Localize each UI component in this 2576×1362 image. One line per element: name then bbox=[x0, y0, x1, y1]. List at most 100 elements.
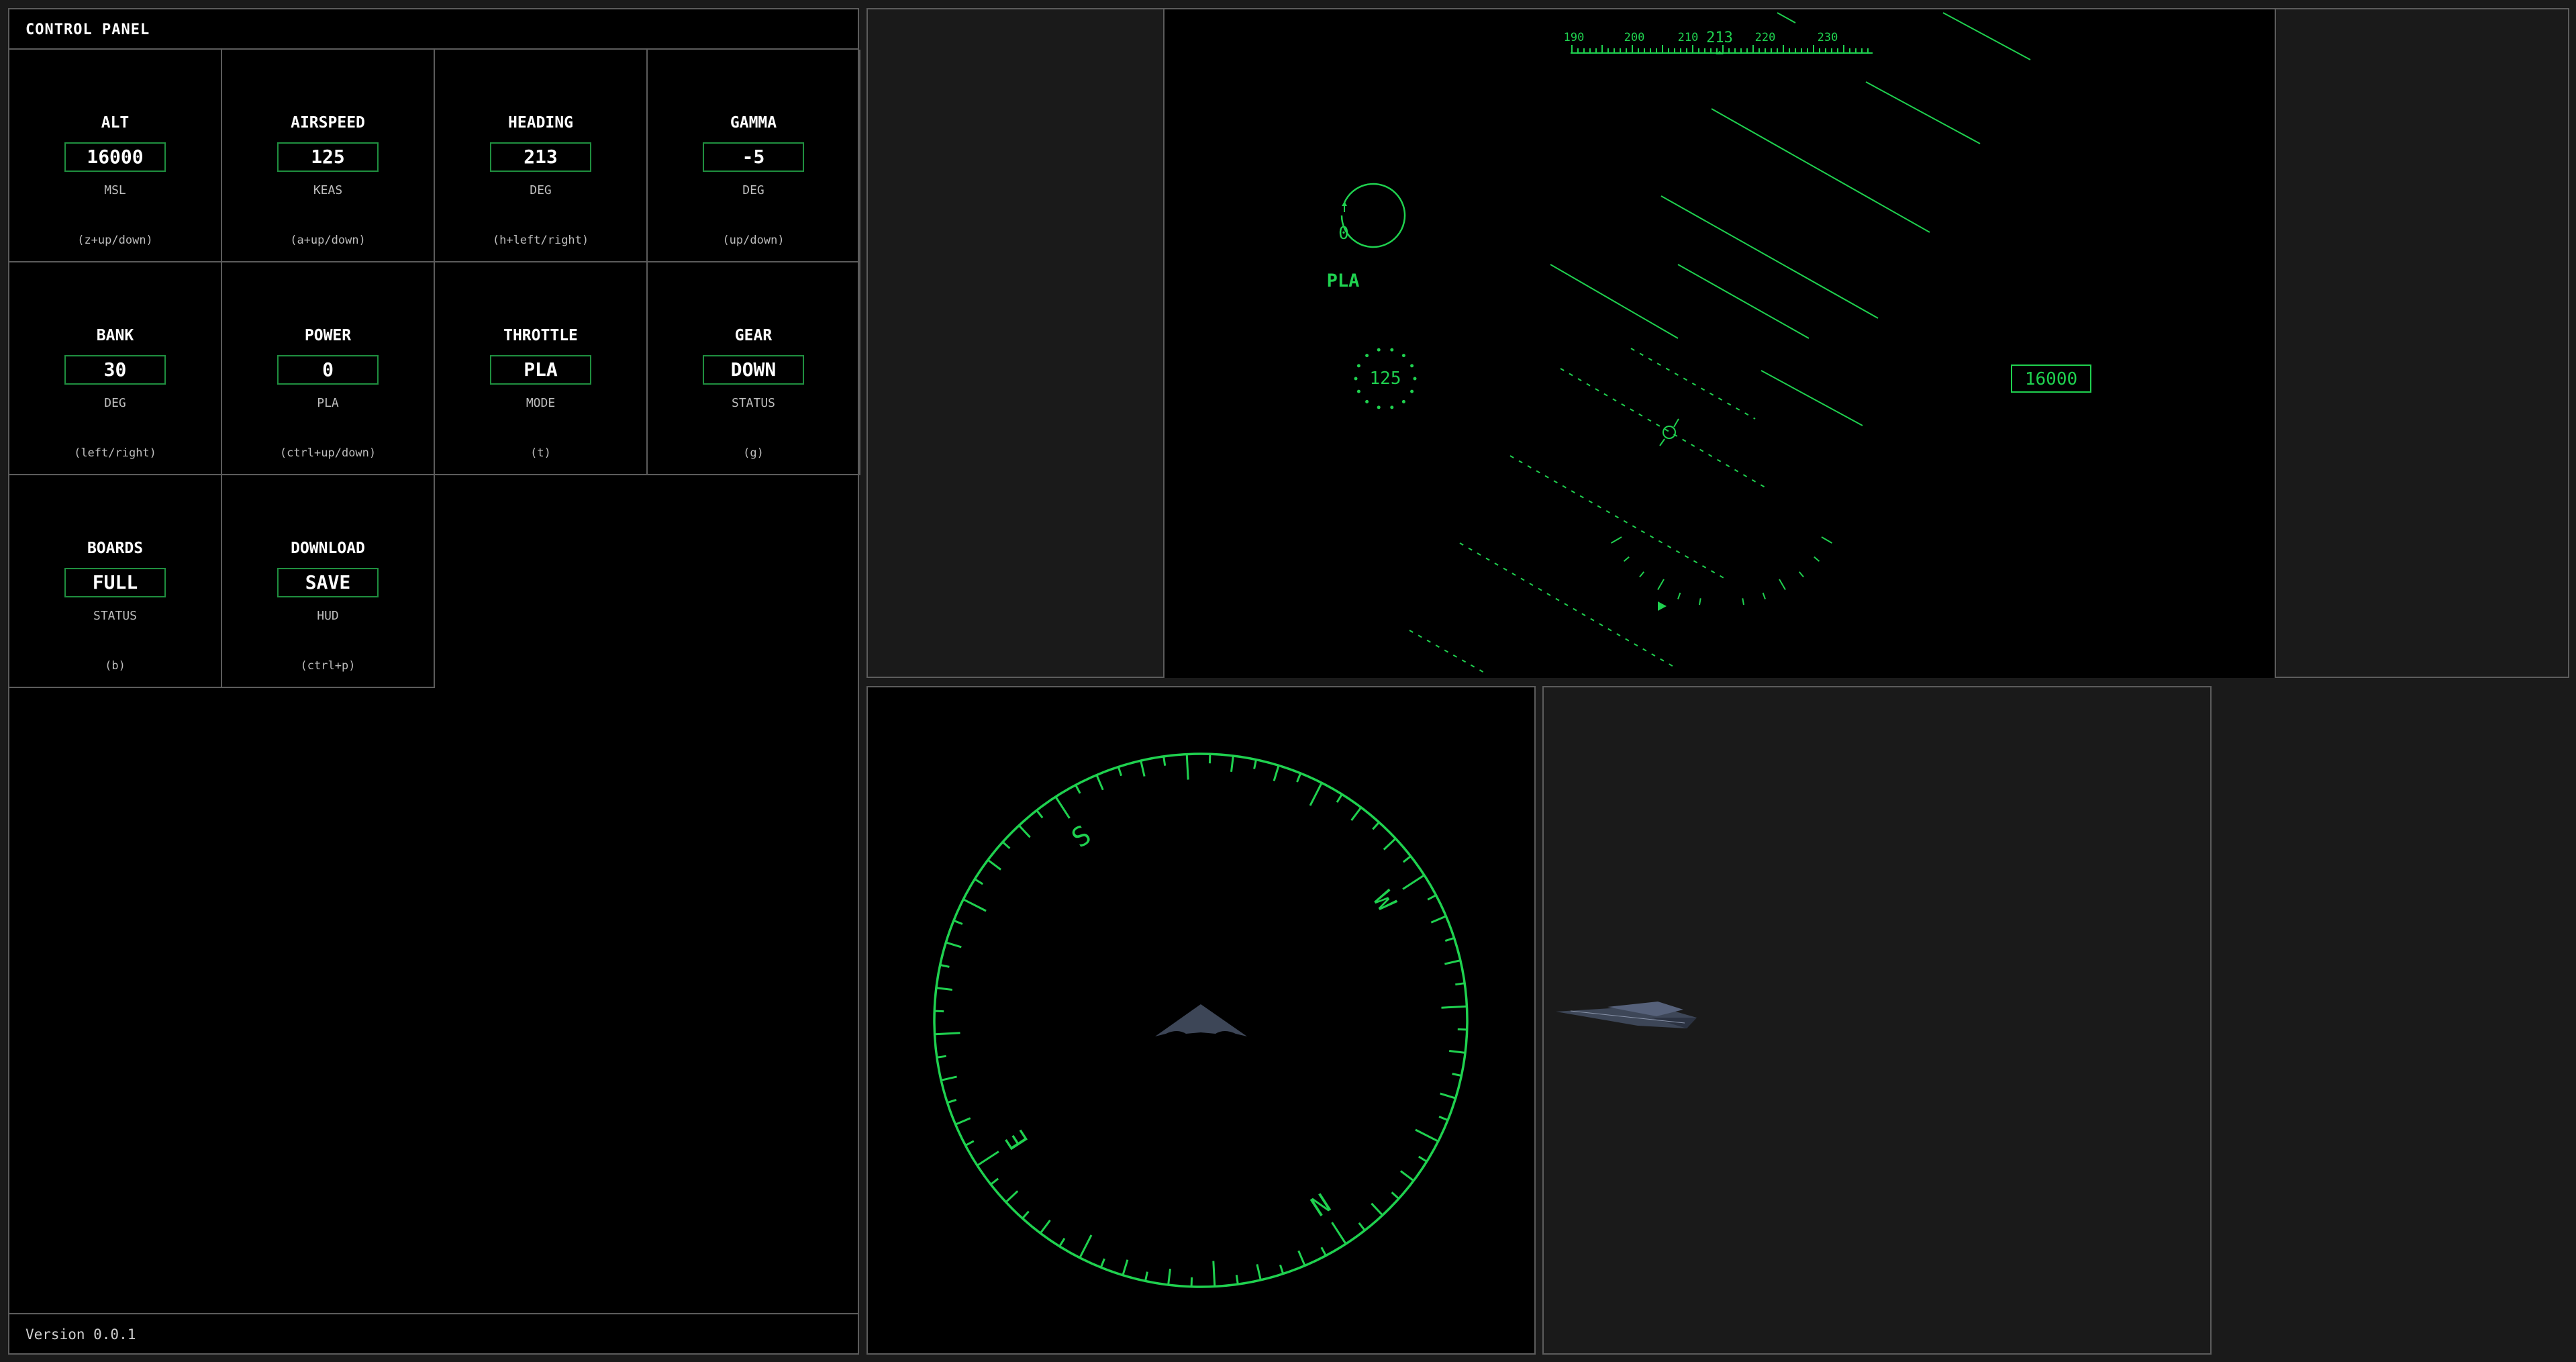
compass-tick bbox=[990, 1177, 999, 1185]
heading-value-field[interactable]: 213 bbox=[490, 142, 591, 172]
bank-tick bbox=[1657, 579, 1665, 591]
flight-path-marker-wing bbox=[1659, 438, 1665, 446]
gamma-value-field[interactable]: -5 bbox=[703, 142, 804, 172]
compass-tick bbox=[1185, 754, 1189, 780]
compass-tick bbox=[1022, 1210, 1030, 1219]
airspeed-dot bbox=[1413, 377, 1417, 381]
heading-tape-label-210: 210 bbox=[1678, 31, 1699, 44]
compass-tick bbox=[1358, 1222, 1366, 1231]
boards-hint: (b) bbox=[105, 659, 126, 673]
airspeed-dot bbox=[1390, 348, 1394, 352]
airspeed-dot bbox=[1410, 364, 1414, 368]
airspeed-dot bbox=[1377, 405, 1381, 409]
compass-tick bbox=[1162, 756, 1167, 766]
compass-letter-w: W bbox=[1367, 886, 1402, 917]
pitch-line bbox=[1865, 81, 1981, 144]
bank-label: BANK bbox=[96, 327, 134, 344]
heading-tape-label-230: 230 bbox=[1818, 31, 1838, 44]
compass-tick bbox=[1054, 796, 1071, 819]
power-unit: PLA bbox=[317, 396, 339, 410]
bank-scale bbox=[1610, 536, 1833, 611]
boards-toggle-button[interactable]: FULL bbox=[64, 568, 166, 597]
compass-tick bbox=[1140, 760, 1146, 777]
compass-tick bbox=[1095, 775, 1104, 791]
airspeed-dot bbox=[1390, 405, 1394, 409]
airspeed-dot bbox=[1365, 399, 1369, 403]
flight-path-marker-wing bbox=[1673, 418, 1679, 428]
compass-tick bbox=[936, 1055, 946, 1059]
bank-tick bbox=[1762, 592, 1766, 599]
altitude-readout: 16000 bbox=[2025, 369, 2077, 389]
compass-tick bbox=[1230, 755, 1234, 772]
compass-tick bbox=[1438, 1116, 1448, 1122]
aircraft-3d-model-icon bbox=[1556, 1002, 1697, 1028]
airspeed-unit: KEAS bbox=[313, 183, 343, 197]
bank-tick bbox=[1610, 536, 1622, 544]
pitch-line bbox=[1677, 264, 1810, 339]
gamma-hint: (up/down) bbox=[722, 234, 785, 247]
version-text: Version 0.0.1 bbox=[26, 1326, 136, 1343]
compass-tick bbox=[1235, 1275, 1239, 1285]
compass-tick bbox=[1383, 838, 1397, 850]
pitch-line-dashed bbox=[1509, 455, 1726, 579]
bank-tick bbox=[1798, 571, 1804, 578]
compass-tick bbox=[1371, 1202, 1383, 1216]
download-save-button[interactable]: SAVE bbox=[277, 568, 379, 597]
heading-unit: DEG bbox=[530, 183, 552, 197]
airspeed-readout: 125 bbox=[1370, 369, 1401, 389]
alt-value-field[interactable]: 16000 bbox=[64, 142, 166, 172]
compass-tick bbox=[1430, 915, 1446, 924]
model-panel bbox=[1542, 686, 2212, 1355]
compass-tick bbox=[1208, 754, 1211, 764]
flight-path-marker-circle bbox=[1663, 426, 1676, 439]
compass-tick bbox=[1212, 1261, 1216, 1287]
power-value-field[interactable]: 0 bbox=[277, 355, 379, 385]
airspeed-dot bbox=[1356, 389, 1360, 393]
compass-tick bbox=[1336, 793, 1343, 803]
pitch-line-dashed bbox=[1459, 542, 1675, 668]
throttle-mode-button[interactable]: PLA bbox=[490, 355, 591, 385]
throttle-label: THROTTLE bbox=[503, 327, 578, 344]
compass-tick bbox=[940, 1075, 957, 1081]
bank-unit: DEG bbox=[104, 396, 126, 410]
compass-tick bbox=[934, 1010, 944, 1013]
compass-tick bbox=[1449, 1050, 1466, 1054]
compass-tick bbox=[940, 964, 950, 968]
airspeed-dot bbox=[1410, 389, 1414, 393]
compass-tick bbox=[1144, 1271, 1148, 1281]
compass-tick bbox=[987, 859, 1002, 871]
compass-tick bbox=[1279, 1264, 1285, 1275]
compass-tick bbox=[1415, 1128, 1439, 1142]
bank-tick bbox=[1699, 598, 1701, 605]
bank-value-field[interactable]: 30 bbox=[64, 355, 166, 385]
compass-tick bbox=[964, 1140, 975, 1147]
altitude-box: 16000 bbox=[2011, 364, 2091, 393]
pitch-ladder-dashed bbox=[1409, 348, 1769, 675]
compass-letter-s: S bbox=[1067, 820, 1097, 855]
heading-tape-label-220: 220 bbox=[1755, 31, 1776, 44]
heading-readout: 213 bbox=[1706, 30, 1733, 46]
compass-tick bbox=[962, 898, 987, 912]
airspeed-dot bbox=[1401, 354, 1405, 358]
bank-scale-ticks bbox=[1610, 536, 1833, 605]
download-cell: DOWNLOAD SAVE HUD (ctrl+p) bbox=[222, 475, 435, 688]
compass-tick bbox=[1440, 1092, 1456, 1100]
airspeed-dot bbox=[1356, 364, 1360, 368]
hud-view: 190 200 210 220 230 213 0 PLA 125 16000 bbox=[1163, 9, 2276, 678]
power-gauge-label: PLA bbox=[1327, 271, 1360, 291]
bank-tick bbox=[1639, 571, 1645, 578]
airspeed-value-field[interactable]: 125 bbox=[277, 142, 379, 172]
boards-cell: BOARDS FULL STATUS (b) bbox=[9, 475, 222, 688]
gear-toggle-button[interactable]: DOWN bbox=[703, 355, 804, 385]
compass-tick bbox=[1372, 822, 1380, 830]
compass-tick bbox=[1273, 765, 1280, 781]
compass-tick bbox=[1441, 1005, 1467, 1009]
compass-tick bbox=[1296, 773, 1302, 783]
compass-tick bbox=[1320, 1247, 1327, 1257]
airspeed-gauge: 125 bbox=[1354, 348, 1417, 409]
compass-tick bbox=[936, 987, 952, 991]
compass-letter-n: N bbox=[1305, 1187, 1335, 1222]
bank-cell: BANK 30 DEG (left/right) bbox=[9, 262, 222, 475]
pitch-line bbox=[1942, 12, 2031, 60]
heading-cell: HEADING 213 DEG (h+left/right) bbox=[435, 50, 648, 262]
